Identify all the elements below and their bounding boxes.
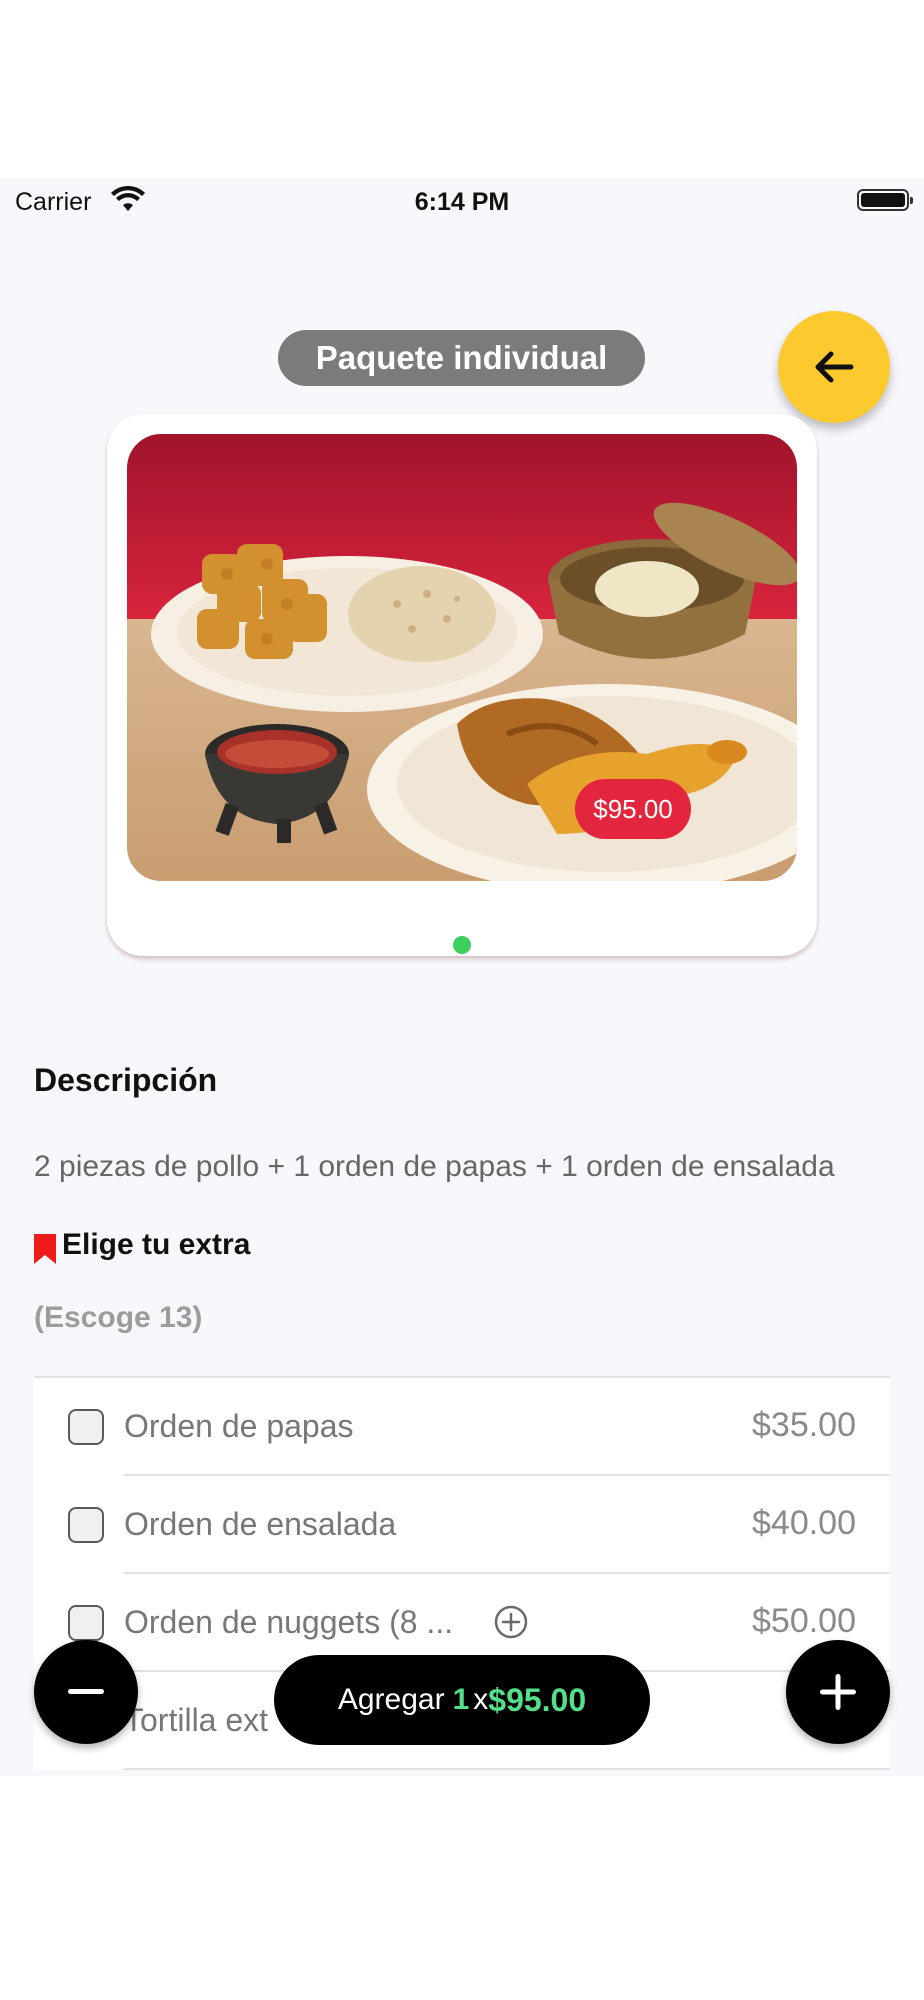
back-button[interactable]: [778, 311, 890, 423]
item-label: Orden de ensalada: [124, 1506, 397, 1542]
page-title: Paquete individual: [278, 330, 645, 386]
increase-quantity-button[interactable]: [786, 1640, 890, 1744]
arrow-left-icon: [815, 351, 854, 383]
add-to-cart-button[interactable]: Agregar 1 x $95.00: [274, 1655, 650, 1745]
add-label: Agregar: [337, 1683, 445, 1716]
plus-circle-icon[interactable]: [494, 1605, 528, 1639]
item-label: Orden de nuggets (8 ...: [124, 1604, 454, 1640]
item-price: $35.00: [752, 1406, 856, 1444]
quantity-value: 1: [452, 1683, 470, 1716]
food-image: [127, 434, 797, 881]
list-item[interactable]: Orden de papas $35.00: [34, 1378, 890, 1476]
extras-heading: Elige tu extra: [62, 1228, 251, 1261]
plus-icon: [820, 1674, 856, 1710]
minus-icon: [68, 1689, 104, 1694]
item-price: $40.00: [752, 1504, 856, 1542]
item-price: $50.00: [752, 1602, 856, 1640]
price-badge: $95.00: [575, 779, 691, 839]
list-item[interactable]: Orden de ensalada $40.00: [34, 1476, 890, 1574]
carousel-indicator[interactable]: [453, 936, 471, 954]
times-label: x: [473, 1683, 489, 1716]
checkbox[interactable]: [68, 1409, 104, 1445]
checkbox[interactable]: [68, 1605, 104, 1641]
bookmark-icon: [34, 1234, 56, 1264]
checkbox[interactable]: [68, 1507, 104, 1543]
clock: 6:14 PM: [414, 188, 510, 216]
product-photo[interactable]: $95.00: [127, 434, 797, 881]
status-bar: Carrier 6:14 PM: [0, 178, 924, 224]
description-heading: Descripción: [34, 1062, 218, 1098]
battery-icon: [857, 189, 913, 211]
extras-count-label: (Escoge 13): [34, 1301, 203, 1334]
total-price: $95.00: [488, 1681, 587, 1718]
item-label: Orden de papas: [124, 1408, 354, 1444]
app-screen: Carrier 6:14 PM Paquete individual $95.0…: [0, 178, 924, 1776]
description-text: 2 piezas de pollo + 1 orden de papas + 1…: [34, 1150, 835, 1183]
decrease-quantity-button[interactable]: [34, 1640, 138, 1744]
product-image-card: $95.00: [107, 414, 817, 956]
item-label: Tortilla ext: [124, 1702, 269, 1738]
